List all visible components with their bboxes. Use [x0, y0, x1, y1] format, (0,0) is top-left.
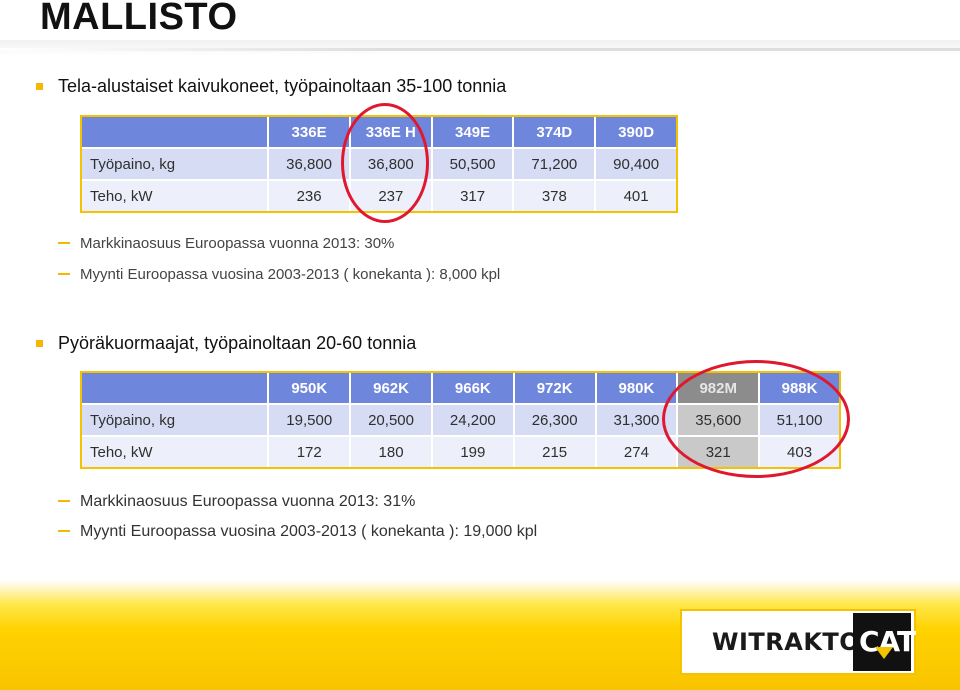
section1-note: Myynti Euroopassa vuosina 2003-2013 ( ko…	[58, 266, 500, 283]
table-header-cell: 950K	[267, 371, 352, 405]
bullet-square-icon	[36, 83, 43, 90]
table-header-cell: 349E	[430, 115, 515, 149]
table-cell: 71,200	[512, 147, 597, 181]
section1-note: Markkinaosuus Euroopassa vuonna 2013: 30…	[58, 235, 394, 252]
table-cell: 317	[430, 179, 515, 213]
table-cell: 50,500	[430, 147, 515, 181]
table-header-cell	[79, 115, 270, 149]
table-cell: 19,500	[267, 403, 352, 437]
table-cell: 24,200	[430, 403, 515, 437]
section2-heading: Pyöräkuormaajat, työpainoltaan 20-60 ton…	[58, 333, 417, 353]
row-label: Työpaino, kg	[79, 147, 270, 181]
table-cell: 236	[267, 179, 351, 213]
bullet-square-icon	[36, 340, 43, 347]
note-text: Myynti Euroopassa vuosina 2003-2013 ( ko…	[80, 523, 538, 540]
table-header-cell: 972K	[512, 371, 597, 405]
table-cell: 215	[512, 435, 597, 469]
table-cell: 274	[594, 435, 679, 469]
section2-note: Markkinaosuus Euroopassa vuonna 2013: 31…	[58, 493, 415, 511]
table-header-cell: 962K	[349, 371, 433, 405]
table-cell: 172	[267, 435, 352, 469]
top-band	[0, 40, 960, 56]
table-header-cell: 980K	[594, 371, 679, 405]
row-label: Työpaino, kg	[79, 403, 270, 437]
table-header-cell: 390D	[594, 115, 678, 149]
table-cell: 199	[430, 435, 515, 469]
dash-icon	[58, 530, 70, 532]
note-text: Markkinaosuus Euroopassa vuonna 2013: 31…	[80, 493, 416, 510]
table-header-cell: 966K	[430, 371, 515, 405]
highlight-ellipse	[341, 103, 429, 223]
table-cell: 36,800	[267, 147, 351, 181]
section1-heading: Tela-alustaiset kaivukoneet, työpainolta…	[58, 76, 507, 96]
page-title: MALLISTO	[40, 0, 238, 38]
table-header-cell: 374D	[512, 115, 597, 149]
table-cell: 90,400	[594, 147, 678, 181]
table-header-cell: 336E	[267, 115, 351, 149]
table-cell: 26,300	[512, 403, 597, 437]
cat-logo-icon: CAT	[853, 613, 916, 671]
dash-icon	[58, 273, 70, 275]
row-label: Teho, kW	[79, 179, 270, 213]
dash-icon	[58, 500, 70, 502]
cat-triangle-icon	[875, 647, 893, 659]
dash-icon	[58, 242, 70, 244]
table-cell: 401	[594, 179, 678, 213]
note-text: Markkinaosuus Euroopassa vuonna 2013: 30…	[80, 235, 395, 252]
section2-note: Myynti Euroopassa vuosina 2003-2013 ( ko…	[58, 523, 537, 541]
note-text: Myynti Euroopassa vuosina 2003-2013 ( ko…	[80, 266, 501, 283]
table-cell: 180	[349, 435, 433, 469]
table-cell: 378	[512, 179, 597, 213]
row-label: Teho, kW	[79, 435, 270, 469]
highlight-ellipse	[662, 360, 850, 478]
table-header-cell	[79, 371, 270, 405]
table-cell: 20,500	[349, 403, 433, 437]
